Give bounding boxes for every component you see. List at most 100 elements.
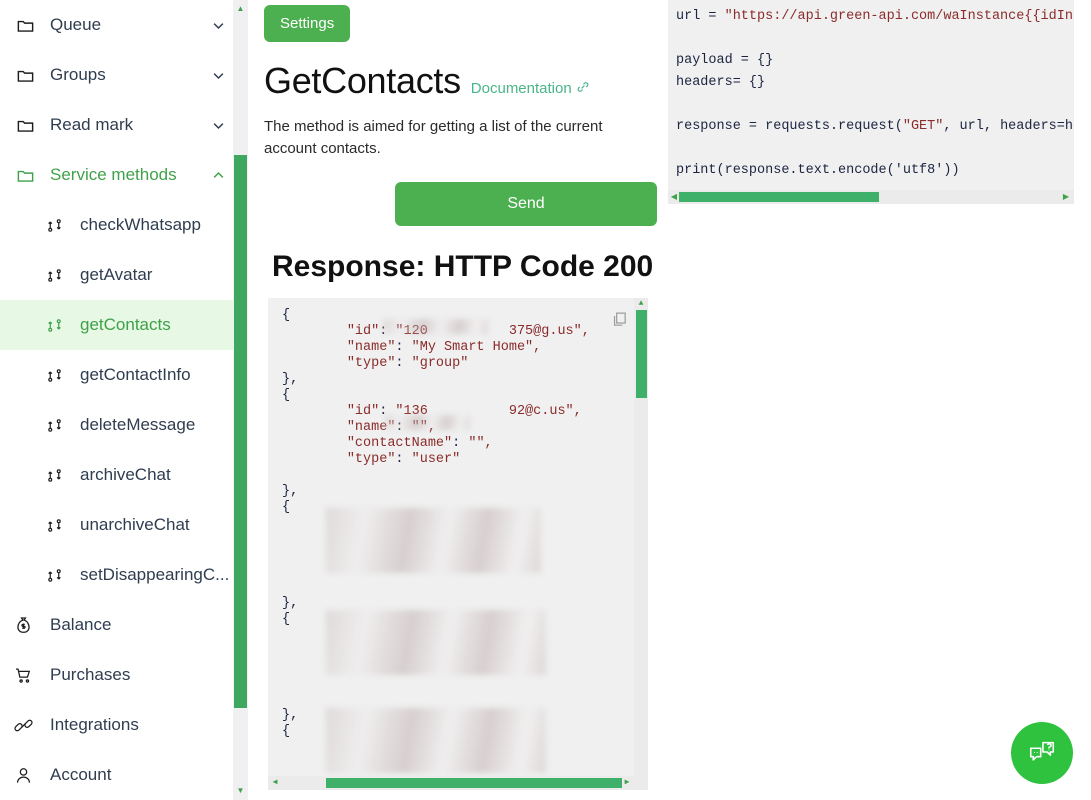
sidebar-nav-list: Queue Groups Read mark Service methods c… <box>0 0 248 800</box>
copy-icon[interactable] <box>611 310 628 335</box>
response-vertical-scrollbar-thumb[interactable] <box>636 309 647 398</box>
method-description: The method is aimed for getting a list o… <box>264 118 603 157</box>
code-line: print(response.text.encode('utf8')) <box>676 163 960 178</box>
sidebar-item-checkwhatsapp[interactable]: checkWhatsapp <box>0 200 248 250</box>
code-snippet-box[interactable]: url = "https://api.green-api.com/waInsta… <box>668 0 1074 204</box>
json-line: }, <box>282 707 299 723</box>
json-line: "My Smart Home", <box>411 339 542 355</box>
json-line: }, <box>282 483 299 499</box>
sidebar-item-getcontacts[interactable]: getContacts <box>0 300 248 350</box>
sidebar-item-label: Purchases <box>50 665 131 684</box>
transfer-icon <box>46 467 70 484</box>
folder-icon <box>16 116 42 135</box>
scroll-down-arrow-icon[interactable]: ▼ <box>233 784 248 798</box>
code-horizontal-scrollbar[interactable]: ◀ ▶ <box>668 190 1074 204</box>
sidebar-item-archivechat[interactable]: archiveChat <box>0 450 248 500</box>
sidebar-item-purchases[interactable]: Purchases <box>0 650 248 700</box>
sidebar-item-account[interactable]: Account <box>0 750 248 800</box>
support-chat-icon <box>1027 737 1057 770</box>
scroll-up-arrow-icon[interactable]: ▲ <box>636 299 646 309</box>
sidebar-item-label: Balance <box>50 615 112 634</box>
response-horizontal-scrollbar-thumb[interactable] <box>326 777 622 788</box>
json-line: { <box>282 499 291 515</box>
json-line: "136 <box>395 403 428 419</box>
sidebar-group-label: Read mark <box>50 115 134 134</box>
sidebar-group-groups[interactable]: Groups <box>0 50 248 100</box>
sidebar-item-label: checkWhatsapp <box>80 215 201 234</box>
sidebar-item-label: deleteMessage <box>80 415 196 434</box>
scroll-left-arrow-icon[interactable]: ◀ <box>270 778 280 788</box>
sidebar-group-label: Service methods <box>50 165 177 184</box>
app-root: Queue Groups Read mark Service methods c… <box>0 0 1091 800</box>
link-icon <box>576 80 590 98</box>
json-line: { <box>282 307 291 323</box>
sidebar-item-setdisappearingchat[interactable]: setDisappearingC... <box>0 550 248 600</box>
page-title: GetContacts <box>264 60 461 101</box>
folder-icon <box>16 166 42 185</box>
json-line: 375@g.us", <box>508 323 590 339</box>
money-bag-icon <box>14 616 42 635</box>
sidebar-item-label: unarchiveChat <box>80 515 190 534</box>
code-line: payload = {} <box>676 53 774 68</box>
sidebar-scrollbar[interactable]: ▲ ▼ <box>233 0 248 800</box>
sidebar-item-unarchivechat[interactable]: unarchiveChat <box>0 500 248 550</box>
sidebar-item-label: archiveChat <box>80 465 171 484</box>
documentation-link[interactable]: Documentation <box>471 80 590 98</box>
json-line: "name" <box>346 339 396 355</box>
send-button[interactable]: Send <box>395 181 657 226</box>
sidebar-item-getcontactinfo[interactable]: getContactInfo <box>0 350 248 400</box>
sidebar-item-integrations[interactable]: Integrations <box>0 700 248 750</box>
documentation-link-label: Documentation <box>470 80 572 97</box>
transfer-icon <box>46 367 70 384</box>
code-line: url = <box>676 9 725 24</box>
plug-icon <box>14 716 42 735</box>
code-line: "https://api.green-api.com/waInstance{{i… <box>724 9 1074 24</box>
folder-icon <box>16 66 42 85</box>
response-title: Response: HTTP Code 200 <box>272 249 654 283</box>
response-json-text: { "id": "120 375@g.us", "name": "My Smar… <box>282 307 590 739</box>
scroll-right-arrow-icon[interactable]: ▶ <box>1061 192 1071 202</box>
response-horizontal-scrollbar[interactable]: ◀ ▶ <box>268 775 648 790</box>
scroll-up-arrow-icon[interactable]: ▲ <box>233 2 248 16</box>
sidebar-group-queue[interactable]: Queue <box>0 0 248 50</box>
sidebar-scrollbar-thumb[interactable] <box>234 155 247 708</box>
sidebar-item-label: getContacts <box>80 315 171 334</box>
code-snippet-text: url = "https://api.green-api.com/waInsta… <box>676 6 1074 182</box>
sidebar-group-label: Queue <box>50 15 102 34</box>
scroll-left-arrow-icon[interactable]: ◀ <box>669 192 679 202</box>
transfer-icon <box>46 217 70 234</box>
response-vertical-scrollbar[interactable]: ▲ ▼ <box>634 297 648 790</box>
code-line: headers= {} <box>676 75 766 90</box>
sidebar-item-label: Integrations <box>50 715 139 734</box>
sidebar-group-read-mark[interactable]: Read mark <box>0 100 248 150</box>
code-horizontal-scrollbar-thumb[interactable] <box>679 192 879 202</box>
json-line: "name" <box>346 419 396 435</box>
response-body-panel[interactable]: { "id": "120 375@g.us", "name": "My Smar… <box>268 297 648 790</box>
json-line: { <box>282 387 291 403</box>
transfer-icon <box>46 567 70 584</box>
scroll-right-arrow-icon[interactable]: ▶ <box>622 778 632 788</box>
code-line: response = requests.request( <box>676 119 903 134</box>
sidebar-group-label: Groups <box>50 65 106 84</box>
sidebar-item-deletemessage[interactable]: deleteMessage <box>0 400 248 450</box>
sidebar-item-label: Account <box>50 765 112 784</box>
sidebar-item-balance[interactable]: Balance <box>0 600 248 650</box>
chevron-up-icon[interactable] <box>211 168 226 183</box>
chevron-down-icon[interactable] <box>211 68 226 83</box>
transfer-icon <box>46 417 70 434</box>
chevron-down-icon[interactable] <box>211 118 226 133</box>
user-icon <box>14 766 42 785</box>
json-line: "contactName" <box>346 435 453 451</box>
json-line: "id" <box>346 323 380 339</box>
transfer-icon <box>46 267 70 284</box>
sidebar-item-label: setDisappearingC... <box>80 565 230 584</box>
json-line: "group" <box>411 355 469 371</box>
sidebar-group-service-methods[interactable]: Service methods <box>0 150 248 200</box>
support-chat-button[interactable] <box>1011 722 1073 784</box>
chevron-down-icon[interactable] <box>211 18 226 33</box>
transfer-icon <box>46 317 70 334</box>
sidebar-item-getavatar[interactable]: getAvatar <box>0 250 248 300</box>
code-line: , url, headers=hea <box>943 119 1074 134</box>
code-snippet-panel: url = "https://api.green-api.com/waInsta… <box>668 0 1091 800</box>
settings-button[interactable]: Settings <box>264 5 351 42</box>
